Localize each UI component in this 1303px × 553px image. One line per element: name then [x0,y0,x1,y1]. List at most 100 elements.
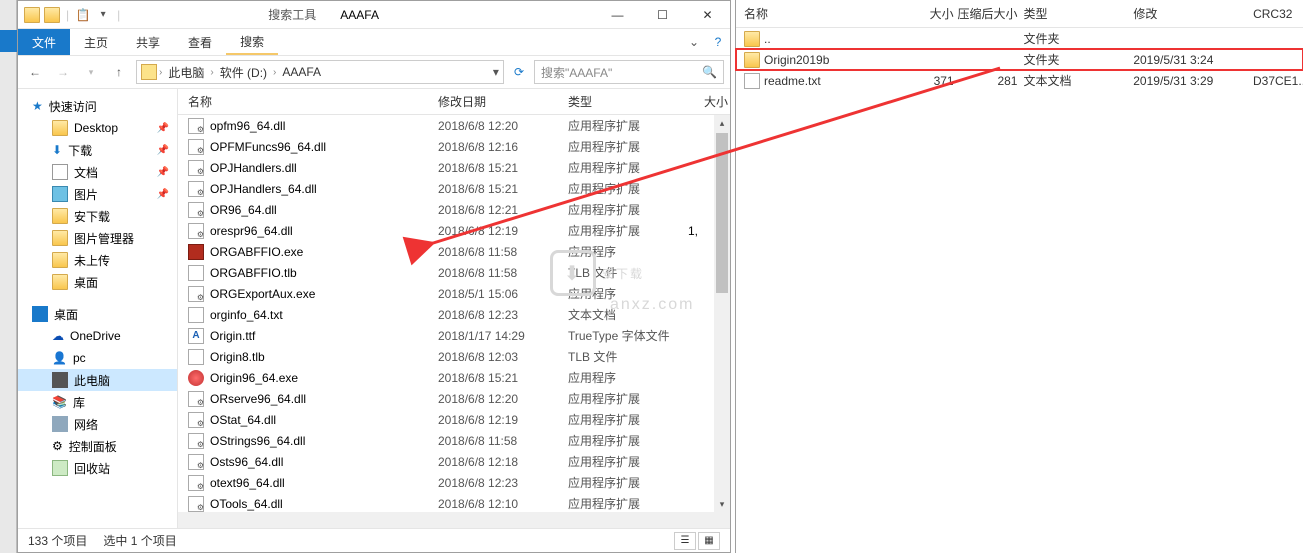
file-date: 2018/6/8 12:19 [438,224,568,238]
scrollbar-horizontal[interactable] [178,512,730,528]
tree-onedrive[interactable]: ☁OneDrive [18,325,177,347]
tree-desktop[interactable]: Desktop📌 [18,117,177,139]
file-row[interactable]: OPJHandlers.dll2018/6/8 15:21应用程序扩展 [178,157,730,178]
file-row[interactable]: OPFMFuncs96_64.dll2018/6/8 12:16应用程序扩展 [178,136,730,157]
file-row[interactable]: OPJHandlers_64.dll2018/6/8 15:21应用程序扩展 [178,178,730,199]
archive-row[interactable]: Origin2019b文件夹2019/5/31 3:24 [736,49,1303,70]
cell-size: 371 [884,74,954,88]
rcol-crc[interactable]: CRC32 [1253,7,1303,21]
back-button[interactable]: ← [24,61,46,83]
tree-network[interactable]: 网络 [18,413,177,435]
scroll-thumb[interactable] [716,133,728,293]
tree-pictures[interactable]: 图片📌 [18,183,177,205]
tree-downloads[interactable]: ⬇下载📌 [18,139,177,161]
folder-icon [141,64,157,80]
file-row[interactable]: otext96_64.dll2018/6/8 12:23应用程序扩展 [178,472,730,493]
file-row[interactable]: ORGABFFIO.exe2018/6/8 11:58应用程序 [178,241,730,262]
file-row[interactable]: opfm96_64.dll2018/6/8 12:20应用程序扩展 [178,115,730,136]
tree-picmgr[interactable]: 图片管理器 [18,227,177,249]
archive-rows: ..文件夹Origin2019b文件夹2019/5/31 3:24readme.… [736,28,1303,91]
recent-dropdown[interactable]: ▾ [80,61,102,83]
col-date[interactable]: 修改日期 [438,93,568,110]
file-name: OStrings96_64.dll [210,434,438,448]
file-row[interactable]: Origin96_64.exe2018/6/8 15:21应用程序 [178,367,730,388]
col-type[interactable]: 类型 [568,93,688,110]
file-rows: opfm96_64.dll2018/6/8 12:20应用程序扩展OPFMFun… [178,115,730,512]
tab-search[interactable]: 搜索 [226,29,278,55]
cell-mod: 2019/5/31 3:24 [1133,53,1253,67]
minimize-button[interactable]: — [595,1,640,29]
tab-share[interactable]: 共享 [122,29,174,55]
rcol-type[interactable]: 类型 [1024,5,1134,22]
chevron-down-icon[interactable]: ▾ [493,65,499,79]
file-row[interactable]: OR96_64.dll2018/6/8 12:21应用程序扩展 [178,199,730,220]
forward-button[interactable]: → [52,61,74,83]
crumb-folder[interactable]: AAAFA [278,65,325,79]
ttf-icon: A [188,328,204,344]
file-type: 应用程序扩展 [568,495,688,512]
tree-control[interactable]: ⚙控制面板 [18,435,177,457]
scrollbar-vertical[interactable]: ▴ ▾ [714,115,730,512]
tree-anxz[interactable]: 安下载 [18,205,177,227]
crumb-drive[interactable]: 软件 (D:) [216,64,271,81]
file-row[interactable]: ORGExportAux.exe2018/5/1 15:06应用程序 [178,283,730,304]
cell-name: Origin2019b [764,53,884,67]
tree-lib[interactable]: 📚库 [18,391,177,413]
archive-row[interactable]: ..文件夹 [736,28,1303,49]
archive-columns[interactable]: 名称 大小 压缩后大小 类型 修改 CRC32 [736,0,1303,28]
search-input[interactable]: 搜索"AAAFA" 🔍 [534,60,724,84]
tree-documents[interactable]: 文档📌 [18,161,177,183]
file-type: 应用程序扩展 [568,159,688,176]
file-row[interactable]: OTools_64.dll2018/6/8 12:10应用程序扩展 [178,493,730,512]
rcol-csize[interactable]: 压缩后大小 [954,5,1024,22]
folder-icon[interactable] [44,7,60,23]
col-size[interactable]: 大小 [688,93,728,110]
file-type: 应用程序扩展 [568,180,688,197]
tree-quick-access[interactable]: ★快速访问 [18,95,177,117]
titlebar[interactable]: | 📋 ▾ | 搜索工具 AAAFA — ☐ ✕ [18,1,730,29]
rcol-name[interactable]: 名称 [744,5,884,22]
rcol-size[interactable]: 大小 [884,5,954,22]
maximize-button[interactable]: ☐ [640,1,685,29]
file-row[interactable]: ORGABFFIO.tlb2018/6/8 11:58TLB 文件 [178,262,730,283]
help-icon[interactable]: ? [706,29,730,55]
tree-unupload[interactable]: 未上传 [18,249,177,271]
folder-icon [744,52,760,68]
tab-home[interactable]: 主页 [70,29,122,55]
crumb-thispc[interactable]: 此电脑 [164,64,208,81]
tree-recycle[interactable]: 回收站 [18,457,177,479]
view-details-button[interactable]: ☰ [674,532,696,550]
view-icons-button[interactable]: ▦ [698,532,720,550]
file-row[interactable]: AOrigin.ttf2018/1/17 14:29TrueType 字体文件 [178,325,730,346]
close-button[interactable]: ✕ [685,1,730,29]
file-row[interactable]: orespr96_64.dll2018/6/8 12:19应用程序扩展1, [178,220,730,241]
tab-file[interactable]: 文件 [18,29,70,55]
txt-icon [744,73,760,89]
dll-icon [188,223,204,239]
file-row[interactable]: Origin8.tlb2018/6/8 12:03TLB 文件 [178,346,730,367]
file-row[interactable]: OStrings96_64.dll2018/6/8 11:58应用程序扩展 [178,430,730,451]
ribbon-collapse-icon[interactable]: ⌄ [682,29,706,55]
file-type: 文本文档 [568,306,688,323]
column-headers[interactable]: 名称 修改日期 类型 大小 [178,89,730,115]
tab-view[interactable]: 查看 [174,29,226,55]
tree-thispc[interactable]: 此电脑 [18,369,177,391]
tree-pc[interactable]: 👤pc [18,347,177,369]
refresh-button[interactable]: ⟳ [510,65,528,79]
file-row[interactable]: OStat_64.dll2018/6/8 12:19应用程序扩展 [178,409,730,430]
search-icon[interactable]: 🔍 [702,65,717,79]
file-type: 应用程序 [568,369,688,386]
chevron-down-icon[interactable]: ▾ [95,7,111,23]
rcol-mod[interactable]: 修改 [1133,5,1253,22]
tree-desk2[interactable]: 桌面 [18,271,177,293]
archive-row[interactable]: readme.txt371281文本文档2019/5/31 3:29D37CE1… [736,70,1303,91]
file-row[interactable]: ORserve96_64.dll2018/6/8 12:20应用程序扩展 [178,388,730,409]
file-type: 应用程序扩展 [568,117,688,134]
breadcrumb[interactable]: › 此电脑 › 软件 (D:) › AAAFA ▾ [136,60,504,84]
up-button[interactable]: ↑ [108,61,130,83]
props-icon[interactable]: 📋 [75,7,91,23]
file-row[interactable]: Osts96_64.dll2018/6/8 12:18应用程序扩展 [178,451,730,472]
file-row[interactable]: orginfo_64.txt2018/6/8 12:23文本文档 [178,304,730,325]
col-name[interactable]: 名称 [188,93,438,110]
tree-desktop-header[interactable]: 桌面 [18,303,177,325]
